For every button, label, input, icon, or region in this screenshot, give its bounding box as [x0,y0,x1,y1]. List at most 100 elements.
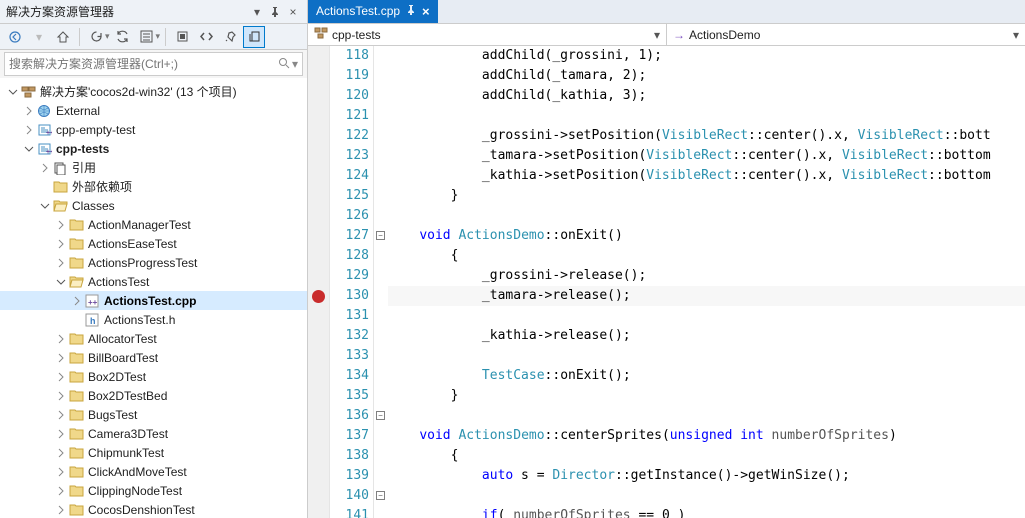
tree-row[interactable]: ChipmunkTest [0,443,307,462]
tree-expander[interactable] [54,446,68,460]
search-dropdown[interactable]: ▾ [292,57,298,71]
breakpoint-column[interactable] [308,46,330,518]
tree-row[interactable]: 解决方案'cocos2d-win32' (13 个项目) [0,82,307,101]
tree-row[interactable]: ++ ActionsTest.cpp [0,291,307,310]
search-box[interactable]: ▾ [4,52,303,76]
tree-expander[interactable] [54,332,68,346]
outline-toggle[interactable]: − [376,231,385,240]
tree-row[interactable]: 引用 [0,158,307,177]
tree-row[interactable]: ActionsProgressTest [0,253,307,272]
tree-label: ActionsTest [88,275,149,289]
breakpoint-marker[interactable] [312,290,325,303]
project-icon: ++ [36,141,52,157]
forward-button[interactable]: ▾ [28,26,50,48]
tree-label: ActionsTest.h [104,313,175,327]
folder-icon [68,388,84,404]
tree-expander[interactable] [54,218,68,232]
solution-explorer-panel: 解决方案资源管理器 ▾ × ▾ ▾ ▾ ▾ 解决方案'cocos2d-wi [0,0,308,518]
tab-pin-icon[interactable] [406,4,416,18]
nav-scope-icon [314,27,328,42]
outline-column[interactable]: − − − [374,46,388,518]
back-button[interactable] [4,26,26,48]
nav-member-dropdown[interactable]: → ActionsDemo ▾ [667,24,1025,45]
code-content[interactable]: addChild(_grossini, 1); addChild(_tamara… [388,46,1025,518]
tree-expander[interactable] [70,294,84,308]
tree-expander[interactable] [6,85,20,99]
tree-expander[interactable] [38,161,52,175]
tree-row[interactable]: CocosDenshionTest [0,500,307,518]
properties-button[interactable] [219,26,241,48]
tab-actionstest[interactable]: ActionsTest.cpp × [308,0,438,23]
outline-toggle[interactable]: − [376,411,385,420]
editor-tabbar: ActionsTest.cpp × [308,0,1025,24]
tree-row[interactable]: ClippingNodeTest [0,481,307,500]
tree-row[interactable]: BillBoardTest [0,348,307,367]
view-code-button[interactable] [195,26,217,48]
tree-expander[interactable] [38,199,52,213]
tree-expander[interactable] [54,275,68,289]
tab-close-button[interactable]: × [422,4,430,19]
tree-expander[interactable] [54,465,68,479]
sync-button[interactable] [112,26,134,48]
tree-expander[interactable] [54,427,68,441]
nav-scope-label: cpp-tests [332,28,381,42]
editor-navbar: cpp-tests ▾ → ActionsDemo ▾ [308,24,1025,46]
editor-area: ActionsTest.cpp × cpp-tests ▾ → ActionsD… [308,0,1025,518]
solution-tree[interactable]: 解决方案'cocos2d-win32' (13 个项目)External++cp… [0,78,307,518]
tree-row[interactable]: ClickAndMoveTest [0,462,307,481]
tree-expander[interactable] [22,104,36,118]
folder-icon [68,369,84,385]
collapse-button[interactable] [136,26,158,48]
tree-row[interactable]: Box2DTest [0,367,307,386]
tree-row[interactable]: ActionsEaseTest [0,234,307,253]
code-editor[interactable]: 1181191201211221231241251261271281291301… [308,46,1025,518]
tree-row[interactable]: Classes [0,196,307,215]
tree-label: ChipmunkTest [88,446,164,460]
tree-row[interactable]: Camera3DTest [0,424,307,443]
refresh-button[interactable] [85,26,107,48]
show-all-button[interactable] [171,26,193,48]
tree-row[interactable]: ++cpp-empty-test [0,120,307,139]
svg-text:++: ++ [88,298,98,307]
tree-row[interactable]: Box2DTestBed [0,386,307,405]
chevron-down-icon: ▾ [654,28,660,42]
tree-expander[interactable] [54,389,68,403]
home-button[interactable] [52,26,74,48]
solution-icon [20,84,36,100]
panel-pin-button[interactable] [267,4,283,20]
preview-button[interactable] [243,26,265,48]
tree-label: 解决方案'cocos2d-win32' (13 个项目) [40,83,237,100]
tree-label: ActionsEaseTest [88,237,177,251]
tree-label: Box2DTestBed [88,389,167,403]
tree-row[interactable]: AllocatorTest [0,329,307,348]
tree-row[interactable]: External [0,101,307,120]
folder-icon [68,502,84,518]
tree-label: 引用 [72,159,96,176]
tree-row[interactable]: BugsTest [0,405,307,424]
tree-expander[interactable] [54,237,68,251]
tree-row[interactable]: 外部依赖项 [0,177,307,196]
panel-dropdown-button[interactable]: ▾ [249,4,265,20]
folder-icon [68,483,84,499]
outline-toggle[interactable]: − [376,491,385,500]
panel-close-button[interactable]: × [285,4,301,20]
tree-label: ClippingNodeTest [88,484,182,498]
tree-expander[interactable] [54,351,68,365]
line-number-gutter: 1181191201211221231241251261271281291301… [330,46,374,518]
folder-icon [68,255,84,271]
tree-expander[interactable] [54,503,68,517]
tree-expander[interactable] [54,484,68,498]
tree-label: ActionsTest.cpp [104,294,196,308]
tree-expander[interactable] [54,256,68,270]
tree-row[interactable]: ActionsTest [0,272,307,291]
tree-expander[interactable] [22,142,36,156]
tree-row[interactable]: ActionManagerTest [0,215,307,234]
search-icon [278,57,290,72]
search-input[interactable] [9,57,278,71]
tree-row[interactable]: hActionsTest.h [0,310,307,329]
tree-expander[interactable] [54,370,68,384]
tree-row[interactable]: ++cpp-tests [0,139,307,158]
nav-scope-dropdown[interactable]: cpp-tests ▾ [308,24,667,45]
tree-expander[interactable] [54,408,68,422]
tree-expander[interactable] [22,123,36,137]
